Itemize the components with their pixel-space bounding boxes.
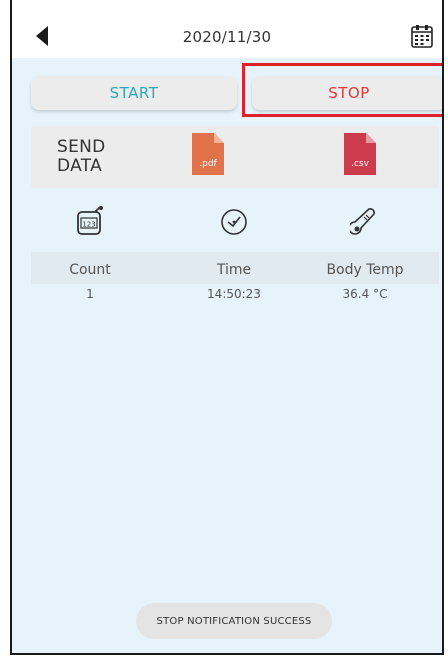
csv-label: .csv	[351, 159, 369, 169]
clock-icon	[221, 209, 247, 235]
stop-button[interactable]: STOP	[252, 76, 442, 110]
thermometer-icon	[350, 208, 375, 235]
svg-text:123: 123	[82, 221, 95, 229]
send-data-label: SEND DATA	[57, 137, 106, 176]
cell-count: 1	[86, 287, 94, 301]
start-button[interactable]: START	[31, 76, 237, 110]
calendar-icon[interactable]	[411, 24, 433, 48]
column-header-count: Count	[69, 262, 111, 278]
column-header-body-temp: Body Temp	[326, 262, 404, 278]
pdf-export-button[interactable]: .pdf	[192, 133, 224, 175]
counter-icon: 123	[77, 206, 103, 235]
header-bar: 2020/11/30	[12, 0, 442, 58]
csv-export-button[interactable]: .csv	[344, 133, 376, 175]
date-title: 2020/11/30	[182, 28, 272, 46]
toast-notification: STOP NOTIFICATION SUCCESS	[136, 603, 332, 639]
pdf-label: .pdf	[199, 159, 217, 169]
column-header-time: Time	[216, 262, 252, 278]
send-data-panel: SEND DATA	[31, 126, 439, 188]
app-screen: 2020/11/30 START STOP SEND DATA .pdf .cs…	[10, 0, 444, 655]
cell-body-temp: 36.4 °C	[342, 287, 388, 301]
cell-time: 14:50:23	[207, 287, 261, 301]
